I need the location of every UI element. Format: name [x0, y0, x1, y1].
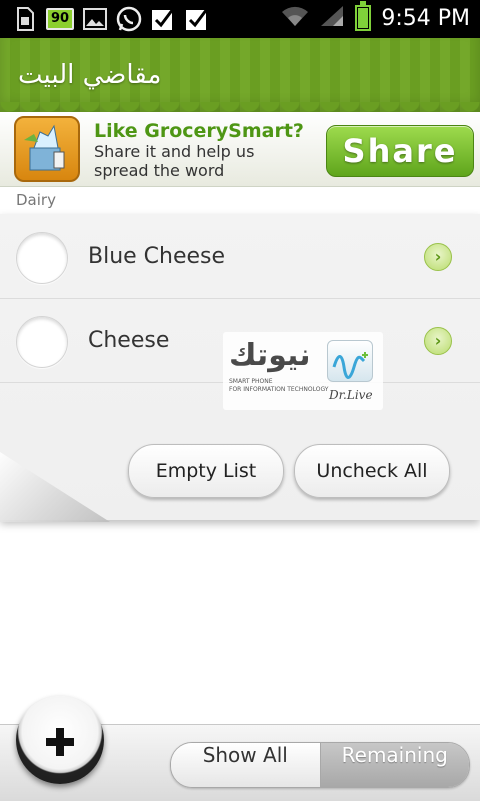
item-checkbox[interactable] [16, 316, 68, 368]
image-icon [82, 6, 108, 32]
watermark-logo-icon [327, 340, 373, 382]
item-label[interactable]: Cheese [88, 328, 169, 353]
remaining-tab[interactable]: Remaining [320, 743, 469, 787]
show-all-tab[interactable]: Show All [171, 743, 321, 787]
ad-text-line-2: spread the word [94, 161, 225, 180]
empty-list-button[interactable]: Empty List [128, 444, 284, 498]
list-item[interactable]: Blue Cheese › [0, 216, 480, 299]
notification-icons: 90 [12, 6, 210, 32]
item-checkbox[interactable] [16, 232, 68, 284]
status-bar: 90 9:54 PM [0, 0, 480, 38]
watermark-sub-line-2: FOR INFORMATION TECHNOLOGY [229, 386, 329, 393]
ad-text-line-1: Share it and help us [94, 142, 255, 161]
chevron-right-icon[interactable]: › [424, 243, 452, 271]
check-box-icon [184, 6, 210, 32]
chevron-right-icon[interactable]: › [424, 327, 452, 355]
grocerysmart-app-icon [14, 116, 80, 182]
wifi-icon [281, 5, 309, 31]
item-label[interactable]: Blue Cheese [88, 244, 225, 269]
ad-headline: Like GrocerySmart? [94, 120, 304, 142]
signal-icon [319, 4, 345, 32]
app-header: مقاضي البيت [0, 38, 480, 112]
plus-icon [44, 726, 76, 758]
watermark-subtitle: SMART PHONE FOR INFORMATION TECHNOLOGY [229, 378, 328, 394]
battery-level-badge: 90 [46, 8, 75, 30]
list-title[interactable]: مقاضي البيت [18, 60, 161, 90]
watermark-arabic-text: نيوتك [229, 338, 311, 373]
sd-card-icon [12, 6, 38, 32]
ad-banner[interactable]: Like GrocerySmart? Share it and help us … [0, 112, 480, 187]
check-box-icon [150, 6, 176, 32]
system-status: 9:54 PM [281, 1, 470, 32]
uncheck-all-button[interactable]: Uncheck All [294, 444, 450, 498]
header-scallop-edge [0, 102, 480, 112]
watermark-sub-line-1: SMART PHONE [229, 378, 273, 385]
share-button[interactable]: Share [326, 125, 474, 177]
watermark-signature: Dr.Live [329, 388, 373, 402]
whatsapp-icon [116, 6, 142, 32]
category-header: Dairy [16, 191, 56, 209]
filter-segmented-control: Show All Remaining [170, 742, 470, 788]
battery-icon [355, 1, 372, 31]
clock: 9:54 PM [381, 5, 470, 31]
watermark: نيوتك SMART PHONE FOR INFORMATION TECHNO… [223, 332, 383, 410]
